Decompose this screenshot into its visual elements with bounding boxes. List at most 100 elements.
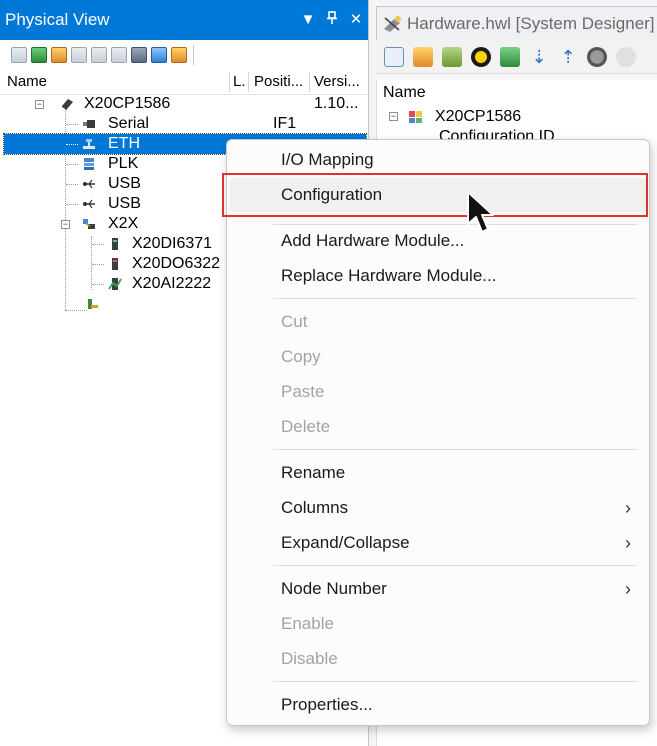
tree-node-cpu[interactable]: − X20CP1586 1.10...: [0, 94, 368, 114]
tab-hardware-hwl[interactable]: Hardware.hwl [System Designer]: [376, 6, 657, 41]
gear-icon[interactable]: [587, 46, 607, 67]
column-name[interactable]: Name: [7, 73, 47, 90]
tree-connector: [92, 264, 104, 265]
column-name[interactable]: Name: [383, 84, 426, 102]
tree-node-serial[interactable]: Serial IF1: [0, 114, 368, 134]
document-view-icon[interactable]: [384, 46, 404, 67]
menu-item-io-mapping[interactable]: I/O Mapping: [227, 143, 649, 177]
tree-node-label: USB: [108, 195, 141, 212]
tree-node-label: X2X: [108, 215, 139, 232]
menu-item-label: Cut: [281, 312, 308, 331]
chevron-right-icon: ›: [625, 579, 631, 599]
menu-item-label: Paste: [281, 382, 325, 401]
connect-icon[interactable]: [500, 46, 520, 67]
menu-item-expand-collapse[interactable]: Expand/Collapse ›: [227, 526, 649, 560]
menu-item-replace-hardware-module[interactable]: Replace Hardware Module...: [227, 259, 649, 293]
ethernet-icon: [83, 139, 95, 149]
menu-item-label: Disable: [281, 649, 338, 668]
title-buttons: ▼ ✕: [300, 0, 364, 40]
menu-item-rename[interactable]: Rename: [227, 456, 649, 490]
close-icon[interactable]: ✕: [348, 0, 364, 40]
warning-icon[interactable]: [471, 46, 491, 67]
hardware-tree-row[interactable]: − X20CP1586: [389, 108, 521, 126]
menu-item-paste: Paste: [227, 375, 649, 409]
menu-separator: [273, 681, 637, 682]
column-version[interactable]: Versi...: [314, 73, 360, 90]
column-separator[interactable]: [248, 72, 249, 92]
dropdown-arrow-icon[interactable]: ▼: [300, 0, 316, 40]
pin-icon-graphic: [327, 11, 337, 24]
sort-ascending-icon[interactable]: ⇡: [558, 47, 578, 67]
tree-connector: [66, 144, 78, 145]
configuration-icon[interactable]: [51, 47, 67, 63]
hardware-toolbar: ⇣ ⇡: [376, 40, 657, 74]
pin-icon[interactable]: [324, 0, 340, 40]
usb-icon: [83, 199, 95, 209]
menu-item-label: Properties...: [281, 695, 373, 714]
collapse-toggle-icon[interactable]: −: [35, 100, 44, 109]
tree-node-label: ETH: [108, 135, 140, 152]
menu-item-label: Expand/Collapse: [281, 533, 410, 552]
powerlink-icon: [84, 158, 94, 170]
hardware-node-icon: [409, 110, 423, 123]
physical-view-toolbar: [5, 42, 365, 68]
menu-item-label: Node Number: [281, 579, 387, 598]
toolbar-separator: [193, 45, 194, 65]
menu-item-node-number[interactable]: Node Number ›: [227, 572, 649, 606]
menu-item-cut: Cut: [227, 305, 649, 339]
cpu-icon: [62, 99, 73, 110]
sort-descending-icon[interactable]: ⇣: [529, 47, 549, 67]
tree-connector: [92, 284, 104, 285]
collapse-toggle-icon[interactable]: −: [389, 112, 398, 122]
digital-output-module-icon: [112, 258, 118, 270]
tree-node-label: PLK: [108, 155, 139, 172]
tree-column-header: Name L. Positi... Versi...: [0, 70, 368, 95]
network-icon[interactable]: [111, 47, 127, 63]
connection-icon[interactable]: [91, 47, 107, 63]
tree-node-label: X20CP1586: [84, 95, 171, 112]
usb-icon: [83, 179, 95, 189]
module-view-icon[interactable]: [71, 47, 87, 63]
hardware-node-label: X20CP1586: [434, 108, 522, 125]
tree-node-label: USB: [108, 175, 141, 192]
column-separator[interactable]: [309, 72, 310, 92]
application-window: Physical View ▼ ✕ Name L. Positi... Vers…: [0, 0, 657, 746]
menu-item-label: Copy: [281, 347, 321, 366]
menu-item-delete: Delete: [227, 410, 649, 444]
column-position[interactable]: Positi...: [254, 73, 303, 90]
tree-node-version: 1.10...: [314, 95, 359, 112]
tree-connector: [66, 204, 78, 205]
collapse-toggle-icon[interactable]: −: [61, 220, 70, 229]
menu-item-label: Rename: [281, 463, 346, 482]
properties-icon[interactable]: [11, 47, 27, 63]
online-info-icon[interactable]: [151, 47, 167, 63]
menu-separator: [273, 565, 637, 566]
menu-item-copy: Copy: [227, 340, 649, 374]
chevron-right-icon: ›: [625, 498, 631, 518]
menu-item-label: Columns: [281, 498, 349, 517]
menu-item-label: I/O Mapping: [281, 150, 374, 169]
menu-item-properties[interactable]: Properties...: [227, 688, 649, 722]
tree-node-label: X20AI2222: [132, 275, 212, 292]
search-icon[interactable]: [131, 47, 147, 63]
column-l[interactable]: L.: [233, 73, 246, 90]
add-hardware-icon[interactable]: [442, 46, 462, 67]
column-separator[interactable]: [229, 72, 230, 92]
add-module-icon[interactable]: [31, 47, 47, 63]
menu-item-disable: Disable: [227, 642, 649, 676]
pane-title: Physical View: [5, 10, 110, 29]
menu-item-label: Add Hardware Module...: [281, 231, 465, 250]
edit-icon[interactable]: [171, 47, 187, 63]
module-grid-icon[interactable]: [413, 46, 433, 67]
menu-item-columns[interactable]: Columns ›: [227, 491, 649, 525]
serial-port-icon: [83, 120, 95, 128]
more-icon[interactable]: [616, 46, 636, 67]
physical-view-title-bar: Physical View ▼ ✕: [0, 0, 368, 40]
tree-connector: [92, 244, 104, 245]
x2x-bus-icon: [83, 219, 95, 229]
menu-item-add-hardware-module[interactable]: Add Hardware Module...: [227, 224, 649, 258]
tree-connector: [66, 164, 78, 165]
menu-item-label: Delete: [281, 417, 331, 436]
menu-item-configuration[interactable]: Configuration: [229, 178, 647, 212]
tree-node-label: Serial: [108, 115, 149, 132]
